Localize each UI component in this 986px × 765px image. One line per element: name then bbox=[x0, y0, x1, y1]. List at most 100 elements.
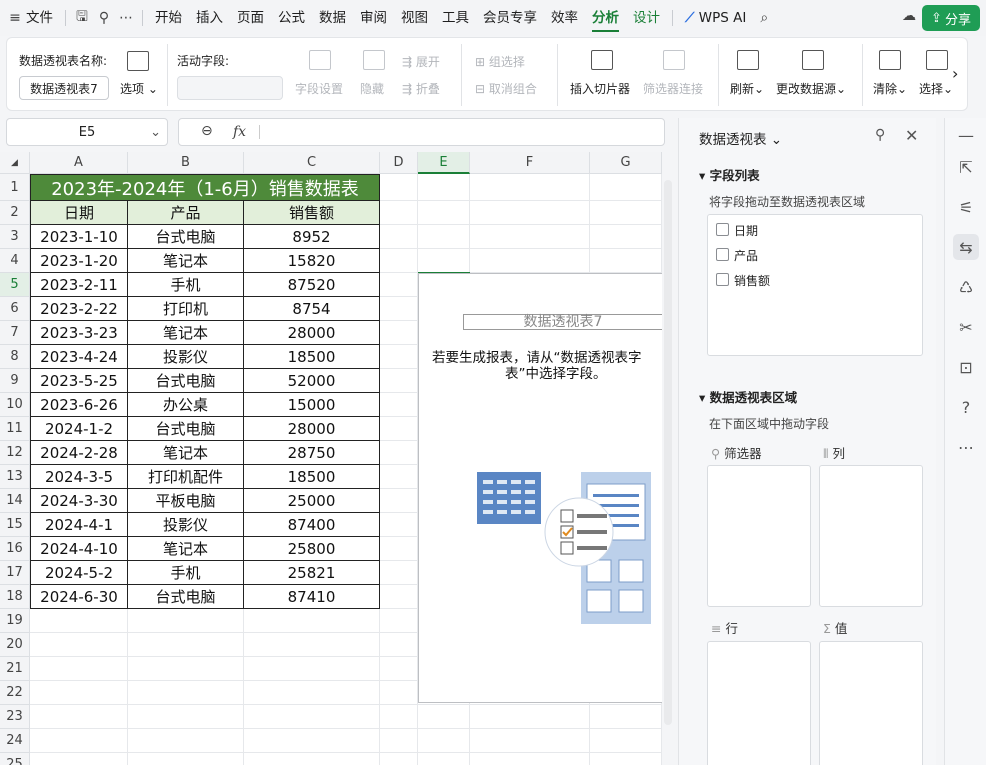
field-checkbox-sales[interactable] bbox=[716, 273, 729, 286]
row-header-2[interactable]: 2 bbox=[0, 201, 30, 225]
clear-button[interactable]: 清除⌄ bbox=[873, 80, 907, 97]
row-header-20[interactable]: 20 bbox=[0, 633, 30, 657]
grid-cell[interactable] bbox=[380, 417, 418, 441]
table-cell[interactable]: 2024-3-5 bbox=[30, 465, 128, 489]
pivot-panel-icon[interactable]: ⇆ bbox=[953, 234, 979, 260]
column-header-f[interactable]: F bbox=[470, 152, 590, 174]
row-header-15[interactable]: 15 bbox=[0, 513, 30, 537]
grid-cell[interactable] bbox=[590, 174, 662, 201]
pivot-name-input[interactable]: 数据透视表7 bbox=[19, 76, 109, 100]
grid-cell[interactable] bbox=[30, 729, 128, 753]
table-cell[interactable]: 手机 bbox=[128, 561, 244, 585]
tab-design[interactable]: 设计 bbox=[626, 0, 667, 36]
column-header-c[interactable]: C bbox=[244, 152, 380, 174]
row-header-24[interactable]: 24 bbox=[0, 729, 30, 753]
wps-ai-button[interactable]: ⟋ WPS AI bbox=[678, 0, 753, 36]
field-checkbox-product[interactable] bbox=[716, 248, 729, 261]
grid-cell[interactable] bbox=[244, 609, 380, 633]
row-header-6[interactable]: 6 bbox=[0, 297, 30, 321]
tools-icon[interactable]: ✂ bbox=[953, 314, 979, 340]
table-cell[interactable]: 15820 bbox=[244, 249, 380, 273]
pivot-area-heading[interactable]: ▾ 数据透视表区域 bbox=[699, 387, 797, 406]
table-header-cell[interactable]: 销售额 bbox=[244, 201, 380, 225]
menu-item[interactable]: 效率 bbox=[544, 0, 585, 36]
table-cell[interactable]: 台式电脑 bbox=[128, 417, 244, 441]
table-cell[interactable]: 25821 bbox=[244, 561, 380, 585]
row-header-23[interactable]: 23 bbox=[0, 705, 30, 729]
column-header-b[interactable]: B bbox=[128, 152, 244, 174]
table-cell[interactable]: 2023-2-22 bbox=[30, 297, 128, 321]
table-cell[interactable]: 打印机配件 bbox=[128, 465, 244, 489]
help-icon[interactable]: ? bbox=[953, 394, 979, 420]
grid-cell[interactable] bbox=[380, 561, 418, 585]
grid-cell[interactable] bbox=[380, 729, 418, 753]
tab-analyze[interactable]: 分析 bbox=[585, 0, 626, 36]
grid-cell[interactable] bbox=[470, 225, 590, 249]
row-header-13[interactable]: 13 bbox=[0, 465, 30, 489]
grid-cell[interactable] bbox=[418, 201, 470, 225]
grid-cell[interactable] bbox=[244, 681, 380, 705]
table-cell[interactable]: 25800 bbox=[244, 537, 380, 561]
grid-cell[interactable] bbox=[30, 681, 128, 705]
table-cell[interactable]: 2024-4-1 bbox=[30, 513, 128, 537]
row-header-4[interactable]: 4 bbox=[0, 249, 30, 273]
ungroup-button[interactable]: ⊟ 取消组合 bbox=[475, 80, 537, 97]
grid-cell[interactable] bbox=[380, 441, 418, 465]
field-checkbox-date[interactable] bbox=[716, 223, 729, 236]
table-cell[interactable]: 8754 bbox=[244, 297, 380, 321]
grid-cell[interactable] bbox=[380, 465, 418, 489]
table-cell[interactable]: 台式电脑 bbox=[128, 585, 244, 609]
grid-cell[interactable] bbox=[30, 633, 128, 657]
grid-cell[interactable] bbox=[30, 705, 128, 729]
grid-cell[interactable] bbox=[380, 174, 418, 201]
row-header-19[interactable]: 19 bbox=[0, 609, 30, 633]
select-all-corner[interactable]: ◢ bbox=[0, 152, 30, 174]
name-box[interactable]: E5 ⌄ bbox=[6, 118, 168, 146]
grid-cell[interactable] bbox=[128, 657, 244, 681]
table-cell[interactable]: 2023-4-24 bbox=[30, 345, 128, 369]
grid-cell[interactable] bbox=[380, 321, 418, 345]
row-header-22[interactable]: 22 bbox=[0, 681, 30, 705]
table-header-cell[interactable]: 日期 bbox=[30, 201, 128, 225]
table-cell[interactable]: 2023-1-10 bbox=[30, 225, 128, 249]
grid-cell[interactable] bbox=[30, 657, 128, 681]
pin-icon[interactable]: ⚲ bbox=[875, 127, 885, 143]
table-cell[interactable]: 2024-2-28 bbox=[30, 441, 128, 465]
zoom-icon[interactable]: ⊖ bbox=[201, 123, 213, 139]
table-cell[interactable]: 2023-5-25 bbox=[30, 369, 128, 393]
grid-cell[interactable] bbox=[380, 297, 418, 321]
grid-cell[interactable] bbox=[380, 393, 418, 417]
field-settings-button[interactable]: 字段设置 bbox=[295, 80, 343, 97]
grid-cell[interactable] bbox=[380, 705, 418, 729]
grid-cell[interactable] bbox=[590, 201, 662, 225]
hide-button[interactable]: 隐藏 bbox=[360, 80, 384, 97]
table-cell[interactable]: 2023-1-20 bbox=[30, 249, 128, 273]
row-header-10[interactable]: 10 bbox=[0, 393, 30, 417]
fx-icon[interactable]: fx bbox=[233, 124, 246, 140]
grid-cell[interactable] bbox=[418, 729, 470, 753]
table-cell[interactable]: 笔记本 bbox=[128, 537, 244, 561]
file-menu[interactable]: 文件 bbox=[26, 0, 60, 36]
table-cell[interactable]: 笔记本 bbox=[128, 441, 244, 465]
formula-bar[interactable]: ⊖ fx bbox=[178, 118, 665, 146]
grid-cell[interactable] bbox=[590, 729, 662, 753]
select-button[interactable]: 选择⌄ bbox=[919, 80, 953, 97]
column-drop-zone[interactable] bbox=[819, 465, 923, 607]
grid-cell[interactable] bbox=[380, 489, 418, 513]
grid-cell[interactable] bbox=[380, 585, 418, 609]
table-cell[interactable]: 笔记本 bbox=[128, 249, 244, 273]
row-header-14[interactable]: 14 bbox=[0, 489, 30, 513]
grid-cell[interactable] bbox=[380, 369, 418, 393]
grid-cell[interactable] bbox=[128, 753, 244, 765]
ribbon-scroll-right-icon[interactable]: › bbox=[952, 64, 958, 83]
grid-cell[interactable] bbox=[590, 753, 662, 765]
column-header-a[interactable]: A bbox=[30, 152, 128, 174]
table-cell[interactable]: 台式电脑 bbox=[128, 225, 244, 249]
table-cell[interactable]: 15000 bbox=[244, 393, 380, 417]
table-cell[interactable]: 18500 bbox=[244, 345, 380, 369]
menu-item[interactable]: 工具 bbox=[435, 0, 476, 36]
expand-button[interactable]: ⇶ 展开 bbox=[402, 53, 440, 70]
row-header-17[interactable]: 17 bbox=[0, 561, 30, 585]
row-drop-zone[interactable] bbox=[707, 641, 811, 765]
pivot-table-placeholder[interactable]: 数据透视表7 若要生成报表，请从“数据透视表字 表”中选择字段。 bbox=[418, 273, 662, 703]
